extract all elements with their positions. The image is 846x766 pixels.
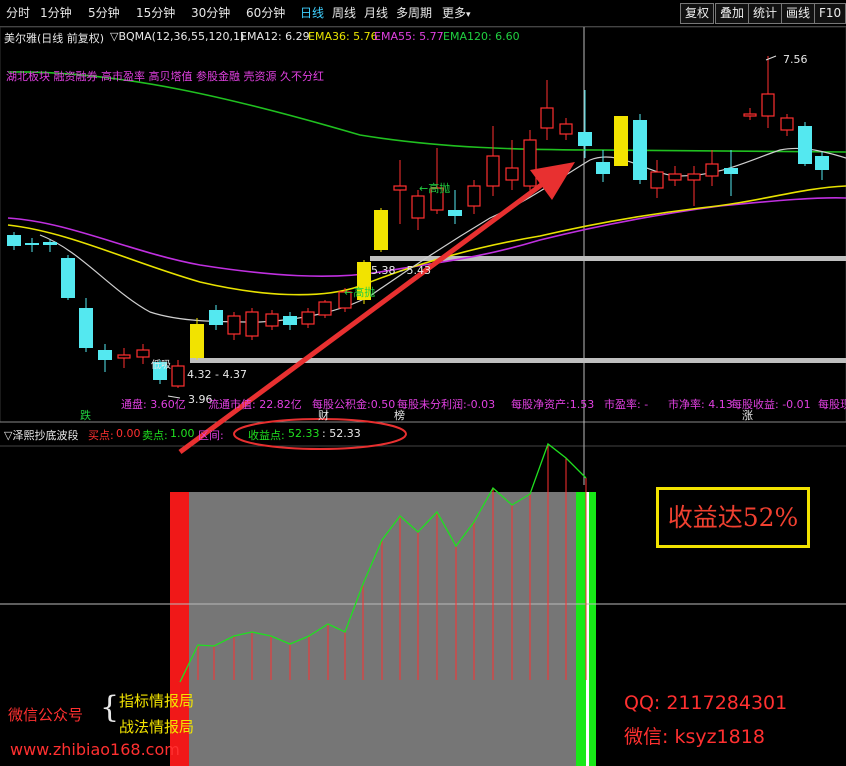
candle-body-21 xyxy=(393,185,407,191)
candle-body-4 xyxy=(79,308,93,348)
fundamental-float-value: 流通市值: 22.82亿 xyxy=(208,398,302,411)
candle-body-20 xyxy=(374,210,388,250)
candle-body-2 xyxy=(43,242,57,245)
high-throw-label-1: ←高抛 xyxy=(419,182,451,195)
candle-body-34 xyxy=(633,120,647,180)
candle-body-25 xyxy=(467,185,481,207)
fundamental-pe: 市盈率: - xyxy=(604,398,649,411)
marker-die: 跌 xyxy=(80,409,91,422)
high-throw-label-2: ←高抛 xyxy=(344,286,376,299)
buy-point-label: 买点: xyxy=(88,429,114,442)
ema36-line xyxy=(7,185,846,296)
ma-indicator-name[interactable]: ▽BQMA(12,36,55,120,1) xyxy=(110,30,244,43)
profit-point-label: 收益点: xyxy=(248,429,285,442)
profit-point-value-secondary: : 52.33 xyxy=(322,427,361,440)
ema12-value: EMA12: 6.29 xyxy=(240,30,310,43)
candle-body-28 xyxy=(523,139,537,187)
marker-zhang: 涨 xyxy=(742,409,753,422)
candles xyxy=(7,56,829,388)
candle-body-1 xyxy=(25,243,39,245)
candle-body-9 xyxy=(171,365,185,387)
profit-callout-box: 收益达52% xyxy=(656,487,810,548)
candle-body-35 xyxy=(650,171,664,189)
fundamental-pb: 市净率: 4.13 xyxy=(668,398,733,411)
fundamental-total-shares: 通盘: 3.60亿 xyxy=(121,398,186,411)
buy-point-value: 0.00 xyxy=(116,427,141,440)
marker-cai: 财 xyxy=(318,409,329,422)
candle-body-24 xyxy=(448,210,462,216)
annotation-arrow-head xyxy=(530,162,575,200)
candle-body-12 xyxy=(227,315,241,335)
candle-body-7 xyxy=(136,349,150,358)
range-label: 区间: xyxy=(198,429,224,442)
profit-point-value: 52.33 xyxy=(288,427,320,440)
candle-body-43 xyxy=(798,126,812,164)
wechat-label: 微信公众号 xyxy=(8,706,84,724)
fundamental-net-assets: 每股净资产:1.53 xyxy=(511,398,595,411)
candle-body-36 xyxy=(668,173,682,181)
candle-body-37 xyxy=(687,173,701,181)
candle-body-42 xyxy=(780,117,794,131)
candle-body-16 xyxy=(301,311,315,325)
candle-body-44 xyxy=(815,156,829,170)
ema120-value: EMA120: 6.60 xyxy=(443,30,520,43)
sell-point-value: 1.00 xyxy=(170,427,195,440)
candle-body-13 xyxy=(245,311,259,337)
candle-body-11 xyxy=(209,310,223,325)
candle-body-39 xyxy=(724,168,738,174)
candle-body-38 xyxy=(705,163,719,177)
low-buy-label: 低吸 xyxy=(151,360,171,371)
ema12-line xyxy=(39,147,846,323)
candle-body-26 xyxy=(486,155,500,187)
candle-body-15 xyxy=(283,316,297,325)
fundamental-undistributed: 每股未分利润:-0.03 xyxy=(397,398,496,411)
candle-body-41 xyxy=(761,93,775,117)
fundamental-cashflow: 每股现 xyxy=(818,398,846,411)
candle-body-6 xyxy=(117,354,131,359)
marker-bang: 榜 xyxy=(394,409,405,422)
zone-upper-label: 5.38 - 5.43 xyxy=(371,264,431,277)
candle-body-30 xyxy=(559,123,573,135)
candle-body-29 xyxy=(540,107,554,129)
candle-body-17 xyxy=(318,301,332,316)
profit-region-shade xyxy=(188,492,578,766)
candle-body-27 xyxy=(505,167,519,181)
sub-indicator-name[interactable]: ▽泽熙抄底波段 xyxy=(4,427,78,443)
concept-tags: 湖北板块 融资融券 高市盈率 高贝塔值 参股金融 壳资源 久不分红 xyxy=(6,70,324,83)
zone-lower-label: 4.32 - 4.37 xyxy=(187,368,247,381)
high-price-label: 7.56 xyxy=(783,53,808,66)
candle-body-40 xyxy=(743,113,757,117)
candle-body-33 xyxy=(614,116,628,166)
website-link[interactable]: www.zhibiao168.com xyxy=(10,740,180,759)
promo-item-2: 战法情报局 xyxy=(119,718,195,736)
zone-bar-lower xyxy=(190,358,846,363)
ema55-value: EMA55: 5.77 xyxy=(374,30,444,43)
candle-body-0 xyxy=(7,235,21,246)
candle-body-10 xyxy=(190,324,204,358)
ema-lines xyxy=(7,71,846,323)
brace-glyph: { xyxy=(100,690,120,725)
candle-body-32 xyxy=(596,162,610,174)
kline-chart[interactable] xyxy=(0,0,846,766)
stock-title: 美尔雅(日线 前复权) xyxy=(4,32,105,45)
sell-point-label: 卖点: xyxy=(142,429,168,442)
candle-body-3 xyxy=(61,258,75,298)
qq-contact: QQ: 2117284301 xyxy=(624,692,788,714)
ema36-value: EMA36: 5.76 xyxy=(308,30,378,43)
weixin-contact: 微信: ksyz1818 xyxy=(624,726,765,748)
candle-body-5 xyxy=(98,350,112,360)
promo-item-1: 指标情报局 xyxy=(119,692,195,710)
candle-body-14 xyxy=(265,313,279,327)
candle-body-31 xyxy=(578,132,592,146)
candle-body-22 xyxy=(411,195,425,219)
